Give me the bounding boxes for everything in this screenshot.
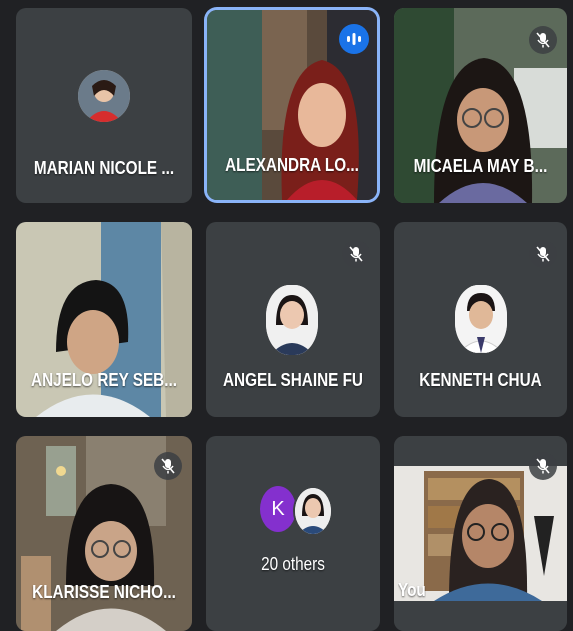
participant-tile-marian[interactable]: MARIAN NICOLE ... xyxy=(16,8,192,203)
participant-name: ANJELO REY SEB... xyxy=(31,370,177,390)
participant-name: ANGEL SHAINE FU xyxy=(223,370,363,390)
participant-name: You xyxy=(398,580,426,600)
mic-off-icon xyxy=(342,240,370,268)
participant-avatar xyxy=(455,285,507,353)
participant-tile-kenneth[interactable]: KENNETH CHUA xyxy=(394,222,567,417)
participant-name: MARIAN NICOLE ... xyxy=(33,158,175,178)
participant-tile-alexandra[interactable]: ALEXANDRA LO... xyxy=(207,10,377,200)
mic-off-icon xyxy=(529,240,557,268)
others-initial: K xyxy=(271,497,285,520)
participant-tile-angel[interactable]: ANGEL SHAINE FU xyxy=(206,222,380,417)
participant-tile-micaela[interactable]: MICAELA MAY B... xyxy=(394,8,567,203)
participant-name: MICAELA MAY B... xyxy=(413,156,548,176)
others-initial-avatar: K xyxy=(260,486,296,532)
others-count: 20 others xyxy=(261,554,325,574)
others-photo-avatar xyxy=(293,486,333,536)
participant-name: KENNETH CHUA xyxy=(419,370,542,390)
participant-name: KLARISSE NICHO... xyxy=(32,582,176,602)
participant-avatar xyxy=(78,70,130,122)
participant-tile-anjelo[interactable]: ANJELO REY SEB... xyxy=(16,222,192,417)
participant-name: ALEXANDRA LO... xyxy=(225,155,359,175)
mic-off-icon xyxy=(154,452,182,480)
mic-off-icon xyxy=(529,26,557,54)
others-tile[interactable]: K 20 others xyxy=(206,436,380,631)
participant-tile-you[interactable]: You xyxy=(394,436,567,631)
participant-avatar xyxy=(266,285,318,355)
mic-off-icon xyxy=(529,452,557,480)
participant-tile-klarisse[interactable]: KLARISSE NICHO... xyxy=(16,436,192,631)
speaking-indicator-icon xyxy=(339,24,369,54)
